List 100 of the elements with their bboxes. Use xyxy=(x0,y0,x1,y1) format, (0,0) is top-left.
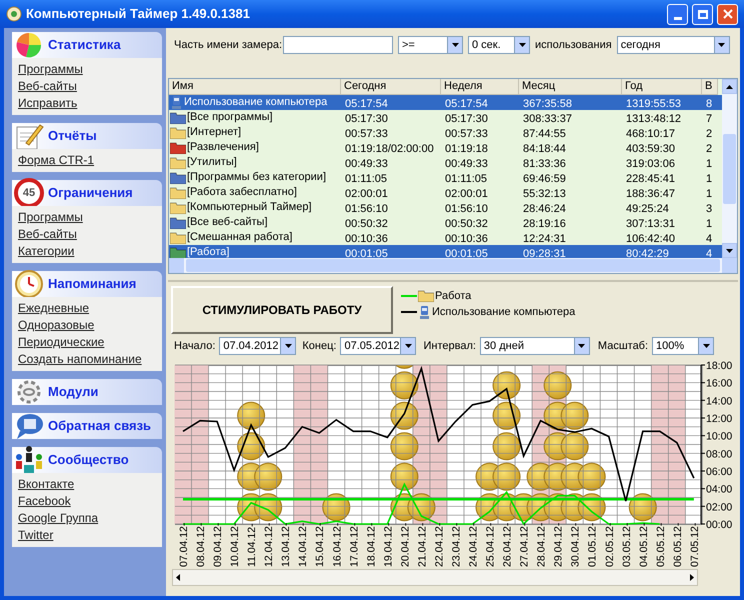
section-title: Обратная связь xyxy=(48,417,152,436)
table-row[interactable]: [Развлечения] 01:19:18/02:00:00 01:19:18 84:18:44 403:59:30 2 xyxy=(169,140,722,155)
section-title: Отчёты xyxy=(48,127,97,146)
x-tick-label: 27.04.12- xyxy=(518,522,531,567)
x-tick-label: 19.04.12- xyxy=(382,522,394,567)
close-icon xyxy=(722,9,732,19)
table-row[interactable]: [Работа забесплатно] 02:00:01 02:00:01 55:32:13 188:36:47 1 xyxy=(169,185,722,200)
stimulate-button[interactable]: СТИМУЛИРОВАТЬ РАБОТУ xyxy=(171,286,393,334)
table-cell-text: 01:19:18 xyxy=(444,142,488,154)
scroll-right-icon[interactable] xyxy=(690,574,694,581)
name-field[interactable] xyxy=(283,36,393,54)
column-header[interactable]: Сегодня xyxy=(341,79,441,95)
nav-link[interactable]: Форма CTR-1 xyxy=(18,153,94,168)
scroll-up-icon[interactable] xyxy=(726,84,733,88)
nav-link[interactable]: Веб-сайты xyxy=(18,227,77,242)
nav-link[interactable]: Одноразовые xyxy=(18,318,94,333)
table-row[interactable]: [Смешанная работа] 00:10:36 00:10:36 12:24:31 106:42:40 4 xyxy=(169,230,722,245)
field-label: Масштаб: xyxy=(598,338,648,354)
x-tick-label: 20.04.12- xyxy=(399,522,412,567)
column-header[interactable]: Имя xyxy=(169,79,341,95)
column-header[interactable]: Год xyxy=(622,79,702,95)
table-cell-text: [Интернет] xyxy=(187,125,242,140)
horizontal-scrollbar[interactable] xyxy=(169,258,737,273)
table-cell-text: 00:57:33 xyxy=(444,128,488,140)
table-cell-text: 02:00:01 xyxy=(444,188,488,200)
nav-link[interactable]: Веб-сайты xyxy=(18,79,77,94)
section-header[interactable]: Напоминания xyxy=(12,271,162,297)
table-row[interactable]: [Утилиты] 00:49:33 00:49:33 81:33:36 319:03:06 1 xyxy=(169,155,722,170)
x-tick-label: 04.05.12- xyxy=(638,522,650,567)
table-cell-text: 468:10:17 xyxy=(625,128,675,140)
nav-link[interactable]: Ежедневные xyxy=(18,301,90,316)
y-tick-label: 00:00 xyxy=(706,519,732,531)
section-title: Статистика xyxy=(48,36,121,54)
table-cell-text: 307:13:31 xyxy=(625,218,675,230)
table-row[interactable]: [Интернет] 00:57:33 00:57:33 87:44:55 468:10:17 2 xyxy=(169,125,722,140)
x-tick-label: 18.04.12- xyxy=(365,522,378,567)
nav-link[interactable]: Вконтакте xyxy=(18,477,74,492)
nav-link[interactable]: Создать напоминание xyxy=(18,352,142,367)
table-row[interactable]: [Программы без категории] 01:11:05 01:11:05 69:46:59 228:45:41 1 xyxy=(169,170,722,185)
section-header[interactable]: 45 Ограничения xyxy=(12,180,162,206)
table-cell-text: 49:25:24 xyxy=(625,202,669,214)
app-icon xyxy=(6,6,22,22)
section-title: Сообщество xyxy=(48,451,129,470)
dropdown[interactable]: 0 сек. xyxy=(468,36,530,54)
table-row[interactable]: [Все веб-сайты] 00:50:32 00:50:32 28:19:16 307:13:31 1 xyxy=(169,215,722,230)
x-tick-label: 02.05.12- xyxy=(604,522,616,567)
dropdown[interactable]: 07.04.2012 xyxy=(219,337,296,355)
section-header[interactable]: Обратная связь xyxy=(12,413,162,439)
x-tick-label: 07.04.12- xyxy=(178,522,190,567)
table-row[interactable]: [Компьютерный Таймер] 01:56:10 01:56:10 28:46:24 49:25:24 3 xyxy=(169,200,722,215)
table-cell-text: 28:46:24 xyxy=(522,202,566,214)
table-cell-text: 106:42:40 xyxy=(625,232,675,244)
horizontal-scrollbar[interactable] xyxy=(172,569,698,586)
x-tick-label: 09.04.12- xyxy=(212,522,224,567)
minimize-button[interactable] xyxy=(667,4,688,24)
x-tick-label: 21.04.12- xyxy=(416,522,428,567)
nav-link[interactable]: Программы xyxy=(18,62,83,77)
table-cell-text: [Программы без категории] xyxy=(187,170,326,186)
nav-link[interactable]: Периодические xyxy=(18,335,104,350)
x-tick-label: 30.04.12- xyxy=(570,522,582,567)
close-button[interactable] xyxy=(717,4,738,24)
dropdown[interactable]: 07.05.2012 xyxy=(340,337,416,355)
table-cell-text: Использование компьютера xyxy=(184,95,328,110)
nav-link[interactable]: Категории xyxy=(18,244,74,259)
scroll-down-icon[interactable] xyxy=(726,248,733,252)
vertical-scrollbar[interactable] xyxy=(722,79,737,258)
section-header[interactable]: Сообщество xyxy=(12,447,162,473)
scroll-left-icon[interactable] xyxy=(176,574,180,581)
nav-link[interactable]: Программы xyxy=(18,210,83,225)
nav-link[interactable]: Исправить xyxy=(18,96,78,111)
nav-link[interactable]: Twitter xyxy=(18,528,54,543)
table-row[interactable]: Использование компьютера 05:17:54 05:17:54 367:35:58 1319:55:53 8 xyxy=(169,95,722,110)
dropdown[interactable]: сегодня xyxy=(616,36,730,54)
column-header[interactable]: Неделя xyxy=(441,79,519,95)
table-cell-text: 01:11:05 xyxy=(344,172,388,184)
section-header[interactable]: Отчёты xyxy=(12,123,162,149)
legend-label: Использование компьютера xyxy=(432,304,576,320)
table-cell-text: [Утилиты] xyxy=(187,155,237,170)
x-tick-label: 24.04.12- xyxy=(468,522,480,567)
table-cell-text: 7 xyxy=(705,112,712,124)
table-cell-text: 02:00:01 xyxy=(344,188,388,200)
table-cell-text: 8 xyxy=(705,98,712,110)
dropdown[interactable]: >= xyxy=(398,36,463,54)
dropdown[interactable]: 30 дней xyxy=(480,337,590,355)
maximize-button[interactable] xyxy=(692,4,713,24)
section-header[interactable]: Статистика xyxy=(12,32,162,58)
table-cell-text: [Развлечения] xyxy=(187,140,259,156)
column-header[interactable]: В xyxy=(702,79,718,95)
section-header[interactable]: Модули xyxy=(12,379,162,405)
nav-link[interactable]: Facebook xyxy=(18,494,71,509)
table-row[interactable]: [Работа] 00:01:05 00:01:05 09:28:31 80:42:29 4 xyxy=(169,245,722,258)
x-tick-label: 22.04.12- xyxy=(433,522,446,567)
column-header[interactable]: Месяц xyxy=(519,79,622,95)
table-row[interactable]: [Все программы] 05:17:30 05:17:30 308:33:37 1313:48:12 7 xyxy=(169,110,722,125)
section-title: Ограничения xyxy=(48,184,133,202)
nav-link[interactable]: Google Группа xyxy=(18,511,98,526)
dropdown[interactable]: 100% xyxy=(652,337,714,355)
table-cell-text: 367:35:58 xyxy=(522,98,572,110)
x-tick-label: 25.04.12- xyxy=(484,522,497,567)
table-cell-text: 12:24:31 xyxy=(522,232,566,244)
